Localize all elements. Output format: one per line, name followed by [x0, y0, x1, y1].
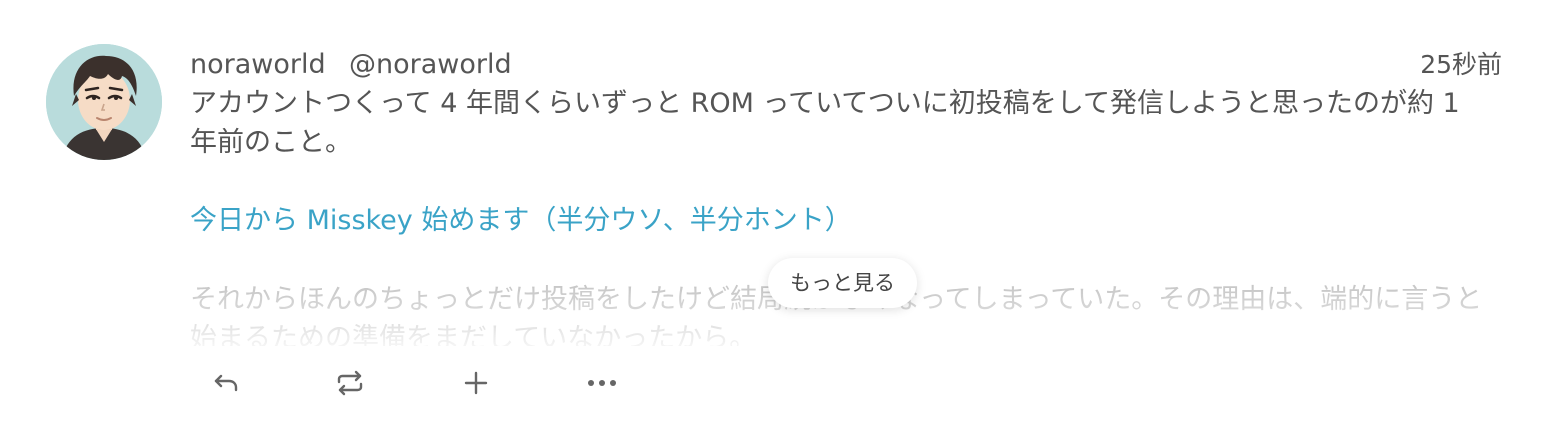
renote-button[interactable] [314, 360, 386, 406]
reaction-button[interactable] [440, 360, 512, 406]
note-header: noraworld @noraworld 25秒前 [190, 46, 1502, 84]
username[interactable]: @noraworld [349, 46, 512, 84]
renote-icon [337, 370, 363, 396]
avatar[interactable] [46, 44, 162, 160]
more-dots-icon [588, 380, 616, 386]
show-more-button[interactable]: もっと見る [768, 258, 917, 308]
timestamp[interactable]: 25秒前 [1420, 46, 1502, 84]
note-text-paragraph: アカウントつくって 4 年間くらいずっと ROM っていてついに初投稿をして発信… [190, 88, 1460, 158]
avatar-illustration [46, 44, 162, 160]
reply-icon [214, 374, 238, 392]
note-card: noraworld @noraworld 25秒前 アカウントつくって 4 年間… [0, 0, 1550, 434]
more-options-button[interactable] [566, 360, 638, 406]
display-name[interactable]: noraworld [190, 46, 326, 84]
reply-button[interactable] [190, 360, 262, 406]
plus-icon [464, 371, 488, 395]
note-link[interactable]: 今日から Misskey 始めます（半分ウソ、半分ホント） [190, 201, 852, 240]
